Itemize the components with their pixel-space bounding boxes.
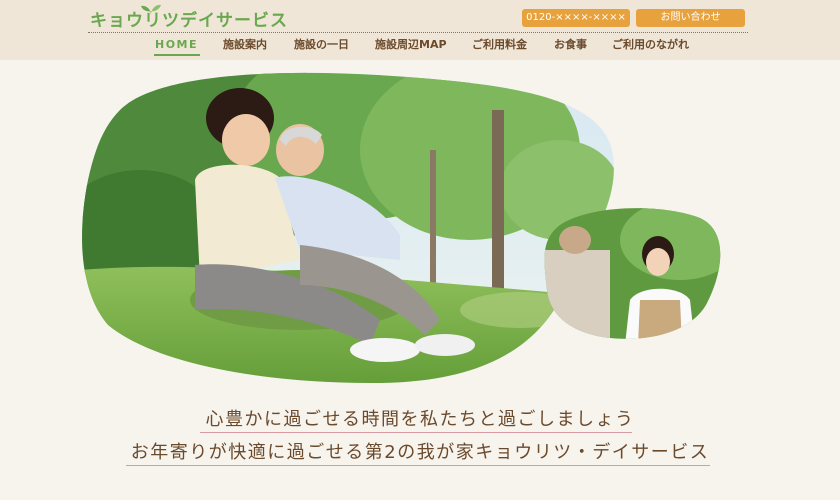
nav-item-facility[interactable]: 施設案内 <box>223 37 267 53</box>
hero-photos <box>82 72 721 384</box>
nav-item-home[interactable]: HOME <box>155 37 198 53</box>
nav-item-map[interactable]: 施設周辺MAP <box>375 37 447 53</box>
nav-item-meals[interactable]: お食事 <box>554 37 587 53</box>
hero-tagline-secondary: お年寄りが快適に過ごせる第2の我が家キョウリツ・デイサービス <box>130 442 710 463</box>
header-divider <box>88 32 748 33</box>
staff-photo <box>544 208 721 339</box>
nav-item-day[interactable]: 施設の一日 <box>294 37 349 53</box>
tagline-underline-1 <box>200 432 632 433</box>
phone-number-button[interactable]: 0120-××××-×××× <box>522 9 630 27</box>
contact-button[interactable]: お問い合わせ <box>636 9 745 27</box>
main-nav: HOME 施設案内 施設の一日 施設周辺MAP ご利用料金 お食事 ご利用のなが… <box>0 37 840 56</box>
tagline-underline-2 <box>126 465 710 466</box>
nav-active-underline <box>154 54 200 56</box>
hero-tagline-primary: 心豊かに過ごせる時間を私たちと過ごしましょう <box>205 409 635 430</box>
site-header: キョウリツデイサービス 0120-××××-×××× お問い合わせ HOME 施… <box>0 0 840 60</box>
main-photo-seniors <box>82 72 614 384</box>
sprout-icon <box>141 4 161 15</box>
nav-item-flow[interactable]: ご利用のながれ <box>612 37 689 53</box>
site-logo[interactable]: キョウリツデイサービス <box>90 6 288 31</box>
nav-item-fees[interactable]: ご利用料金 <box>472 37 527 53</box>
